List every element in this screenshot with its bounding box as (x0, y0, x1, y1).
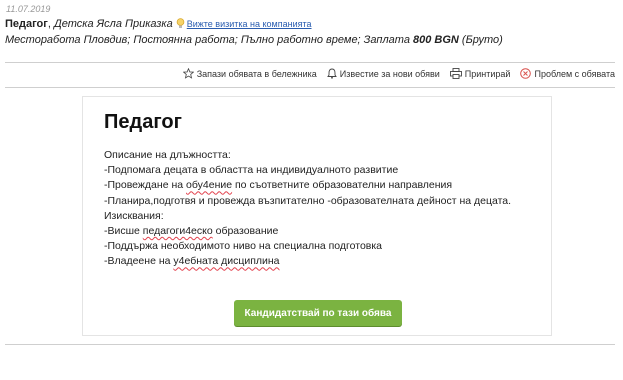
listing-title-line: Педагог, Детска Ясла Приказка Вижте визит… (5, 17, 615, 33)
description-heading: Описание на длъжността: (104, 149, 231, 161)
print-label: Принтирай (464, 68, 511, 79)
listing-header: 11.07.2019 Педагог, Детска Ясла Приказка… (5, 4, 615, 47)
salary-value: 800 BGN (413, 34, 459, 46)
print-button[interactable]: Принтирай (449, 68, 511, 79)
save-to-notebook-button[interactable]: Запази обявата в бележника (182, 68, 317, 79)
report-x-icon (520, 68, 532, 79)
company-name[interactable]: Детска Ясла Приказка (54, 18, 173, 30)
job-alert-button[interactable]: Известие за нови обяви (326, 68, 440, 79)
save-label: Запази обявата в бележника (196, 68, 317, 79)
listing-date: 11.07.2019 (6, 4, 51, 14)
divider (5, 62, 615, 63)
listing-details-text: Месторабота Пловдив; Постоянна работа; П… (5, 34, 414, 46)
duty-item: -Подпомага децата в областта на индивиду… (104, 164, 399, 177)
notify-label: Известие за нови обяви (339, 68, 440, 79)
report-problem-button[interactable]: Проблем с обявата (520, 68, 615, 79)
listing-job-title[interactable]: Педагог (5, 18, 48, 30)
bell-icon (326, 68, 337, 79)
listing-details: Месторабота Пловдив; Постоянна работа; П… (5, 33, 615, 47)
requirements-heading: Изисквания: (104, 209, 164, 222)
divider (5, 87, 615, 88)
duty-item: -Провеждане на обу4ение по съответните о… (104, 179, 453, 192)
ad-title: Педагог (104, 111, 182, 133)
report-label: Проблем с обявата (534, 68, 615, 79)
lightbulb-icon (176, 18, 185, 33)
salary-suffix: (Бруто) (458, 34, 503, 46)
company-profile-link[interactable]: Вижте визитка на компанията (187, 19, 312, 29)
requirement-item: -Поддържа необходимото ниво на специална… (104, 240, 383, 253)
divider (5, 344, 615, 345)
ad-description: Описание на длъжността: -Подпомага децат… (104, 148, 511, 270)
requirement-item: -Владеене на у4ебната дисциплина (104, 255, 280, 268)
requirement-item: -Висше педагоги4еско образование (104, 225, 279, 238)
printer-icon (449, 68, 462, 79)
star-icon (182, 68, 194, 79)
job-ad-card: Педагог Описание на длъжността: -Подпома… (82, 96, 552, 336)
apply-button[interactable]: Кандидатствай по тази обява (234, 300, 402, 326)
listing-toolbar: Запази обявата в бележника Известие за н… (182, 68, 615, 79)
misspelled-word: у4ебната дисциплина (173, 255, 280, 268)
misspelled-word: педагоги4еско (142, 225, 213, 238)
duty-item: -Планира,подготвя и провежда възпитателн… (104, 194, 512, 207)
misspelled-word: обу4ение (186, 179, 233, 192)
